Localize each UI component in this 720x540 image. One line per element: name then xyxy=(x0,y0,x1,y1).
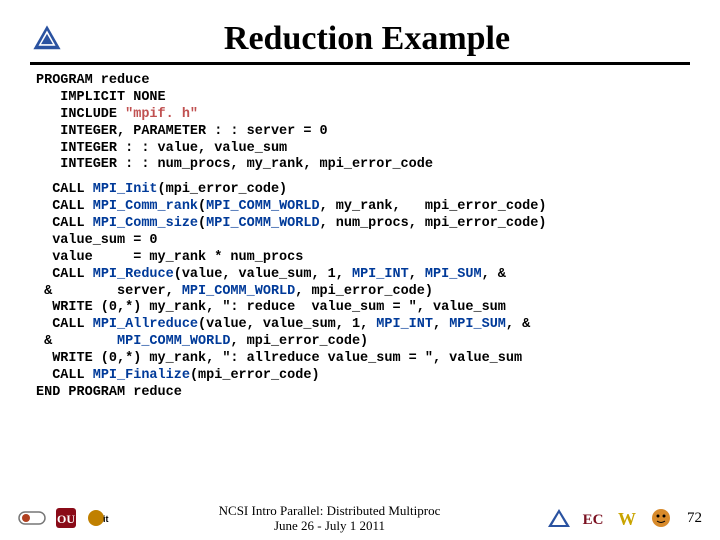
code-segment: ( xyxy=(198,199,206,214)
slide: Reduction Example PROGRAM reduce IMPLICI… xyxy=(0,0,720,540)
code-segment: MPI_Reduce xyxy=(93,267,174,282)
triangle-logo-icon xyxy=(30,22,64,56)
it-logo-icon: it xyxy=(86,506,114,530)
code-segment: , my_rank, mpi_error_code) xyxy=(320,199,547,214)
svg-text:W: W xyxy=(618,509,636,529)
code-line: CALL MPI_Init(mpi_error_code) xyxy=(36,182,690,199)
slide-header: Reduction Example xyxy=(30,20,690,58)
code-segment: (mpi_error_code) xyxy=(158,182,288,197)
code-segment: , & xyxy=(506,317,530,332)
code-line: CALL MPI_Reduce(value, value_sum, 1, MPI… xyxy=(36,267,690,284)
code-line: & MPI_COMM_WORLD, mpi_error_code) xyxy=(36,334,690,351)
page-number: 72 xyxy=(687,510,702,527)
code-segment: CALL xyxy=(36,182,93,197)
footer-right-logos: EC W 72 xyxy=(545,506,702,530)
code-segment: MPI_COMM_WORLD xyxy=(206,216,319,231)
code-segment: , num_procs, mpi_error_code) xyxy=(320,216,547,231)
code-line: CALL MPI_Allreduce(value, value_sum, 1, … xyxy=(36,317,690,334)
footer-left-logos: OU it xyxy=(18,506,114,530)
code-line: CALL MPI_Comm_size(MPI_COMM_WORLD, num_p… xyxy=(36,216,690,233)
code-segment: MPI_Finalize xyxy=(93,368,190,383)
code-segment: (value, value_sum, 1, xyxy=(198,317,376,332)
code-segment: , mpi_error_code) xyxy=(230,334,368,349)
code-segment: MPI_SUM xyxy=(425,267,482,282)
code-line: & server, MPI_COMM_WORLD, mpi_error_code… xyxy=(36,284,690,301)
code-segment: CALL xyxy=(36,199,93,214)
code-segment: , & xyxy=(482,267,506,282)
ou-logo-icon: OU xyxy=(52,506,80,530)
code-line: IMPLICIT NONE xyxy=(36,90,690,107)
tiger-logo-icon xyxy=(647,506,675,530)
code-segment: MPI_Comm_size xyxy=(93,216,198,231)
code-segment: MPI_SUM xyxy=(449,317,506,332)
code-line: INTEGER : : num_procs, my_rank, mpi_erro… xyxy=(36,157,690,174)
code-segment: END PROGRAM reduce xyxy=(36,385,182,400)
code-line: WRITE (0,*) my_rank, ": reduce value_sum… xyxy=(36,300,690,317)
svg-text:it: it xyxy=(103,514,109,524)
code-segment: MPI_Allreduce xyxy=(93,317,198,332)
code-segment: MPI_INT xyxy=(376,317,433,332)
slide-title: Reduction Example xyxy=(78,20,690,58)
code-segment: CALL xyxy=(36,317,93,332)
ec-logo-icon: EC xyxy=(579,506,607,530)
code-segment: MPI_Init xyxy=(93,182,158,197)
mini-triangle-icon xyxy=(545,506,573,530)
code-line: value_sum = 0 xyxy=(36,233,690,250)
footer-line2: June 26 - July 1 2011 xyxy=(219,518,441,534)
title-rule xyxy=(30,62,690,65)
code-segment: "mpif. h" xyxy=(125,107,198,122)
code-segment: MPI_COMM_WORLD xyxy=(182,284,295,299)
code-segment: , xyxy=(433,317,449,332)
code-line: WRITE (0,*) my_rank, ": allreduce value_… xyxy=(36,351,690,368)
w-logo-icon: W xyxy=(613,506,641,530)
code-segment: MPI_COMM_WORLD xyxy=(117,334,230,349)
code-segment: & xyxy=(36,334,117,349)
code-block-1: PROGRAM reduce IMPLICIT NONE INCLUDE "mp… xyxy=(36,73,690,174)
code-line: INCLUDE "mpif. h" xyxy=(36,107,690,124)
code-segment: WRITE (0,*) my_rank, ": allreduce value_… xyxy=(36,351,522,366)
code-segment: WRITE (0,*) my_rank, ": reduce value_sum… xyxy=(36,300,506,315)
oscer-logo-icon xyxy=(18,506,46,530)
code-segment: (value, value_sum, 1, xyxy=(174,267,352,282)
code-segment: MPI_INT xyxy=(352,267,409,282)
code-segment: , xyxy=(409,267,425,282)
code-line: INTEGER : : value, value_sum xyxy=(36,141,690,158)
slide-footer: OU it NCSI Intro Parallel: Distributed M… xyxy=(0,503,720,534)
code-segment: , mpi_error_code) xyxy=(295,284,433,299)
code-block-2: CALL MPI_Init(mpi_error_code) CALL MPI_C… xyxy=(36,182,690,401)
code-segment: INTEGER : : num_procs, my_rank, mpi_erro… xyxy=(36,157,433,172)
code-segment: MPI_Comm_rank xyxy=(93,199,198,214)
code-line: PROGRAM reduce xyxy=(36,73,690,90)
code-segment: MPI_COMM_WORLD xyxy=(206,199,319,214)
code-segment: CALL xyxy=(36,216,93,231)
code-segment: value = my_rank * num_procs xyxy=(36,250,303,265)
code-line: CALL MPI_Finalize(mpi_error_code) xyxy=(36,368,690,385)
code-line: value = my_rank * num_procs xyxy=(36,250,690,267)
footer-caption: NCSI Intro Parallel: Distributed Multipr… xyxy=(219,503,441,534)
code-segment: value_sum = 0 xyxy=(36,233,158,248)
code-line: INTEGER, PARAMETER : : server = 0 xyxy=(36,124,690,141)
code-segment: ( xyxy=(198,216,206,231)
code-segment: INTEGER, PARAMETER : : server = 0 xyxy=(36,124,328,139)
footer-line1: NCSI Intro Parallel: Distributed Multipr… xyxy=(219,503,441,519)
code-segment: CALL xyxy=(36,267,93,282)
code-segment: CALL xyxy=(36,368,93,383)
code-segment: (mpi_error_code) xyxy=(190,368,320,383)
code-line: END PROGRAM reduce xyxy=(36,385,690,402)
code-segment: INTEGER : : value, value_sum xyxy=(36,141,287,156)
code-segment: PROGRAM reduce xyxy=(36,73,149,88)
code-segment: IMPLICIT NONE xyxy=(36,90,166,105)
code-line: CALL MPI_Comm_rank(MPI_COMM_WORLD, my_ra… xyxy=(36,199,690,216)
code-segment: INCLUDE xyxy=(36,107,125,122)
code-segment: & server, xyxy=(36,284,182,299)
svg-text:EC: EC xyxy=(583,512,604,528)
svg-text:OU: OU xyxy=(57,512,75,526)
